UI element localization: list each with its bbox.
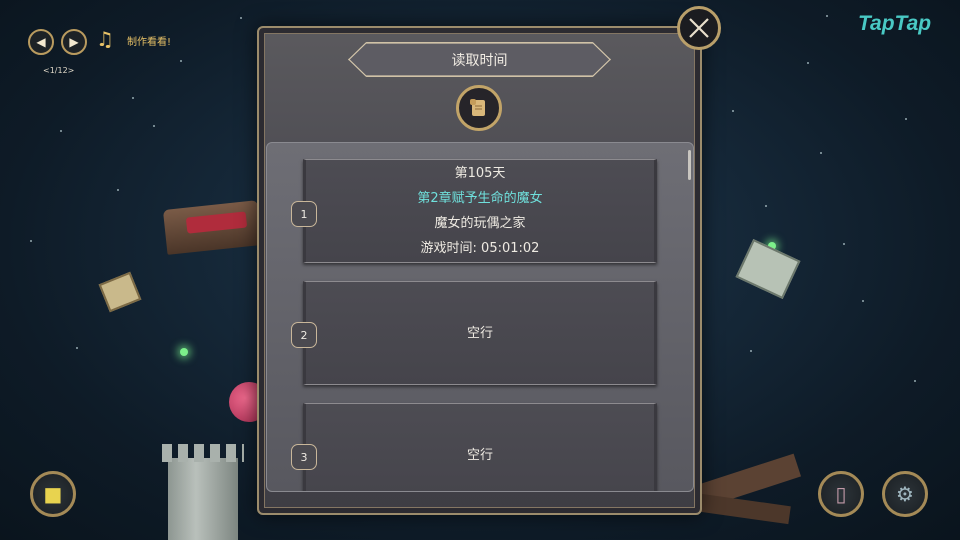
taptap-logo: TapTap — [858, 12, 932, 35]
slot-number: 1 — [291, 201, 317, 227]
floating-book — [98, 271, 142, 313]
journal-button[interactable]: ▯ — [818, 471, 864, 517]
close-icon — [689, 18, 709, 38]
track-counter: <1/12> — [43, 66, 75, 75]
stone-tower — [162, 444, 244, 540]
slot-number: 2 — [291, 322, 317, 348]
slot-number: 3 — [291, 444, 317, 470]
slot-location: 魔女的玩偶之家 — [434, 216, 526, 231]
track-title: 制作看看! — [127, 37, 172, 48]
scrollbar-thumb[interactable] — [688, 150, 691, 180]
next-track-button[interactable]: ▶ — [61, 29, 87, 55]
previous-track-button[interactable]: ◀ — [28, 29, 54, 55]
slot-day: 第105天 — [454, 166, 506, 181]
firefly-glow — [180, 348, 188, 356]
dialog-title-frame — [348, 42, 611, 77]
slot-chapter: 第2章赋予生命的魔女 — [417, 191, 543, 206]
gear-icon: ⚙ — [896, 482, 914, 506]
slot-empty-label: 空行 — [466, 325, 493, 341]
chevron-right-icon: ▶ — [69, 35, 79, 49]
chevron-left-icon: ◀ — [36, 35, 46, 49]
book-icon: ▯ — [835, 482, 847, 506]
save-slot[interactable]: 空行 — [303, 403, 657, 491]
save-slot-list[interactable]: 第105天 第2章赋予生命的魔女 魔女的玩偶之家 游戏时间: 05:01:02 … — [266, 142, 694, 492]
close-button[interactable] — [677, 6, 721, 50]
scroll-icon — [470, 99, 485, 116]
music-note-icon: ♫ — [96, 27, 114, 51]
slot-empty-label: 空行 — [466, 447, 493, 463]
save-slot[interactable]: 第105天 第2章赋予生命的魔女 魔女的玩偶之家 游戏时间: 05:01:02 — [303, 159, 657, 263]
floating-book — [735, 238, 801, 300]
character-button[interactable]: ■ — [30, 471, 76, 517]
slot-playtime: 游戏时间: 05:01:02 — [420, 241, 540, 256]
scroll-emblem — [456, 85, 502, 131]
floating-bed — [162, 200, 263, 255]
character-icon: ■ — [43, 482, 63, 506]
settings-button[interactable]: ⚙ — [882, 471, 928, 517]
wooden-plank — [699, 493, 791, 525]
save-slot[interactable]: 空行 — [303, 281, 657, 385]
